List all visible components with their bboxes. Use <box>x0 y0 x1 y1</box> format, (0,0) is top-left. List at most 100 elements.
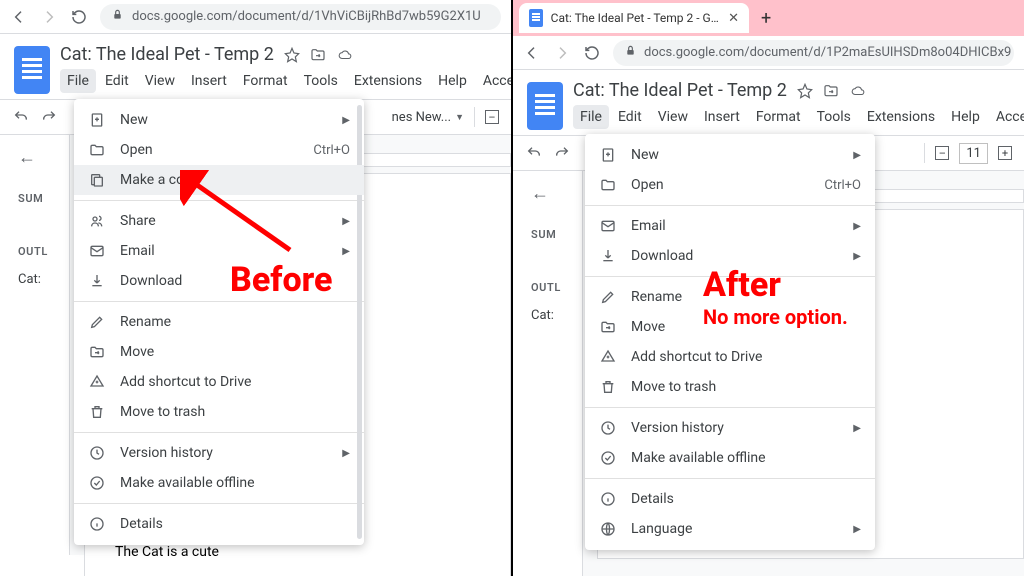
font-size-value[interactable]: 11 <box>959 143 988 164</box>
docs-logo-icon[interactable] <box>14 46 50 94</box>
back-icon[interactable] <box>10 8 28 26</box>
menu-view[interactable]: View <box>138 69 182 93</box>
redo-icon[interactable] <box>553 144 571 162</box>
menu-item-version-history[interactable]: Version history▶ <box>74 438 364 468</box>
menubar: File Edit View Insert Format Tools Exten… <box>573 103 1024 131</box>
close-icon[interactable]: ✕ <box>728 11 739 26</box>
cloud-status-icon[interactable] <box>849 84 867 98</box>
outline-entry[interactable]: Cat: <box>18 272 69 287</box>
menu-separator <box>74 503 364 504</box>
document-title[interactable]: Cat: The Ideal Pet - Temp 2 <box>573 80 787 101</box>
sidebar-outline-label: OUTL <box>18 245 69 258</box>
menu-accessibility[interactable]: Accessi <box>989 105 1024 129</box>
browser-tab[interactable]: Cat: The Ideal Pet - Temp 2 - Goo ✕ <box>519 3 749 33</box>
browser-tabbar: Cat: The Ideal Pet - Temp 2 - Goo ✕ + <box>513 0 1024 36</box>
menu-item-open[interactable]: OpenCtrl+O <box>74 135 364 165</box>
share-icon <box>88 212 106 230</box>
menu-item-details[interactable]: Details <box>585 484 875 514</box>
menu-file[interactable]: File <box>60 69 96 93</box>
page-text: The Cat is a cute <box>115 544 480 560</box>
menu-insert[interactable]: Insert <box>697 105 747 129</box>
menu-format[interactable]: Format <box>236 69 295 93</box>
submenu-arrow-icon: ▶ <box>342 246 350 257</box>
menu-accessibility[interactable]: Acce <box>476 69 511 93</box>
font-size-plus[interactable]: + <box>998 146 1012 160</box>
submenu-arrow-icon: ▶ <box>342 216 350 227</box>
menu-item-open[interactable]: OpenCtrl+O <box>585 170 875 200</box>
menubar: File Edit View Insert Format Tools Exten… <box>60 67 511 95</box>
star-icon[interactable] <box>284 47 300 63</box>
url-bar[interactable]: docs.google.com/document/d/1P2maEsUIHSDm… <box>613 40 1014 66</box>
open-shortcut: Ctrl+O <box>313 143 350 158</box>
back-icon[interactable] <box>523 44 541 62</box>
annotation-before: Before <box>230 260 332 300</box>
menu-item-rename[interactable]: Rename <box>74 307 364 337</box>
menu-item-new[interactable]: New▶ <box>74 105 364 135</box>
menu-item-move[interactable]: Move <box>74 337 364 367</box>
menu-separator <box>585 407 875 408</box>
move-folder-icon[interactable] <box>823 83 839 99</box>
menu-item-offline[interactable]: Make available offline <box>585 443 875 473</box>
url-text: docs.google.com/document/d/1P2maEsUIHSDm… <box>644 45 1011 60</box>
font-size-minus[interactable]: – <box>485 110 499 124</box>
font-selector[interactable]: nes New...▼ <box>392 110 464 125</box>
menu-extensions[interactable]: Extensions <box>347 69 429 93</box>
redo-icon[interactable] <box>40 108 58 126</box>
chevron-down-icon: ▼ <box>455 112 464 123</box>
menu-help[interactable]: Help <box>431 69 474 93</box>
tab-title: Cat: The Ideal Pet - Temp 2 - Goo <box>551 11 720 25</box>
menu-extensions[interactable]: Extensions <box>860 105 942 129</box>
docs-logo-icon[interactable] <box>527 82 563 130</box>
reload-icon[interactable] <box>583 44 601 62</box>
cloud-status-icon[interactable] <box>336 48 354 62</box>
menu-file[interactable]: File <box>573 105 609 129</box>
menu-item-trash[interactable]: Move to trash <box>585 372 875 402</box>
menu-item-trash[interactable]: Move to trash <box>74 397 364 427</box>
docs-favicon-icon <box>529 9 543 27</box>
menu-item-language[interactable]: Language▶ <box>585 514 875 544</box>
file-plus-icon <box>88 111 106 129</box>
reload-icon[interactable] <box>70 8 88 26</box>
menu-item-email[interactable]: Email▶ <box>585 211 875 241</box>
forward-icon[interactable] <box>553 44 571 62</box>
document-title[interactable]: Cat: The Ideal Pet - Temp 2 <box>60 44 274 65</box>
offline-icon <box>88 474 106 492</box>
menu-item-add-shortcut[interactable]: Add shortcut to Drive <box>585 342 875 372</box>
menu-item-details[interactable]: Details <box>74 509 364 539</box>
menu-tools[interactable]: Tools <box>297 69 345 93</box>
annotation-arrow <box>180 170 300 260</box>
star-icon[interactable] <box>797 83 813 99</box>
menu-edit[interactable]: Edit <box>611 105 649 129</box>
mail-icon <box>599 217 617 235</box>
collapse-sidebar-icon[interactable]: ← <box>18 147 69 168</box>
outline-sidebar: ← SUM OUTL Cat: <box>513 171 583 576</box>
menu-tools[interactable]: Tools <box>810 105 858 129</box>
submenu-arrow-icon: ▶ <box>853 251 861 262</box>
menu-view[interactable]: View <box>651 105 695 129</box>
url-text: docs.google.com/document/d/1VhViCBijRhBd… <box>132 9 481 24</box>
font-size-minus[interactable]: – <box>935 146 949 160</box>
outline-entry[interactable]: Cat: <box>531 308 582 323</box>
menu-item-version-history[interactable]: Version history▶ <box>585 413 875 443</box>
menu-item-add-shortcut[interactable]: Add shortcut to Drive <box>74 367 364 397</box>
menu-format[interactable]: Format <box>749 105 808 129</box>
doc-header: Cat: The Ideal Pet - Temp 2 File Edit Vi… <box>513 70 1024 131</box>
new-tab-button[interactable]: + <box>755 8 777 29</box>
collapse-sidebar-icon[interactable]: ← <box>531 183 582 204</box>
lock-icon <box>112 8 124 25</box>
menu-insert[interactable]: Insert <box>184 69 234 93</box>
trash-icon <box>599 378 617 396</box>
trash-icon <box>88 403 106 421</box>
menu-edit[interactable]: Edit <box>98 69 136 93</box>
offline-icon <box>599 449 617 467</box>
undo-icon[interactable] <box>525 144 543 162</box>
url-bar[interactable]: docs.google.com/document/d/1VhViCBijRhBd… <box>100 4 501 30</box>
undo-icon[interactable] <box>12 108 30 126</box>
forward-icon[interactable] <box>40 8 58 26</box>
move-folder-icon[interactable] <box>310 47 326 63</box>
pencil-icon <box>599 288 617 306</box>
file-menu-dropdown: New▶ OpenCtrl+O Make a copy Share▶ Email… <box>74 99 364 545</box>
menu-item-offline[interactable]: Make available offline <box>74 468 364 498</box>
menu-item-new[interactable]: New▶ <box>585 140 875 170</box>
menu-help[interactable]: Help <box>944 105 987 129</box>
